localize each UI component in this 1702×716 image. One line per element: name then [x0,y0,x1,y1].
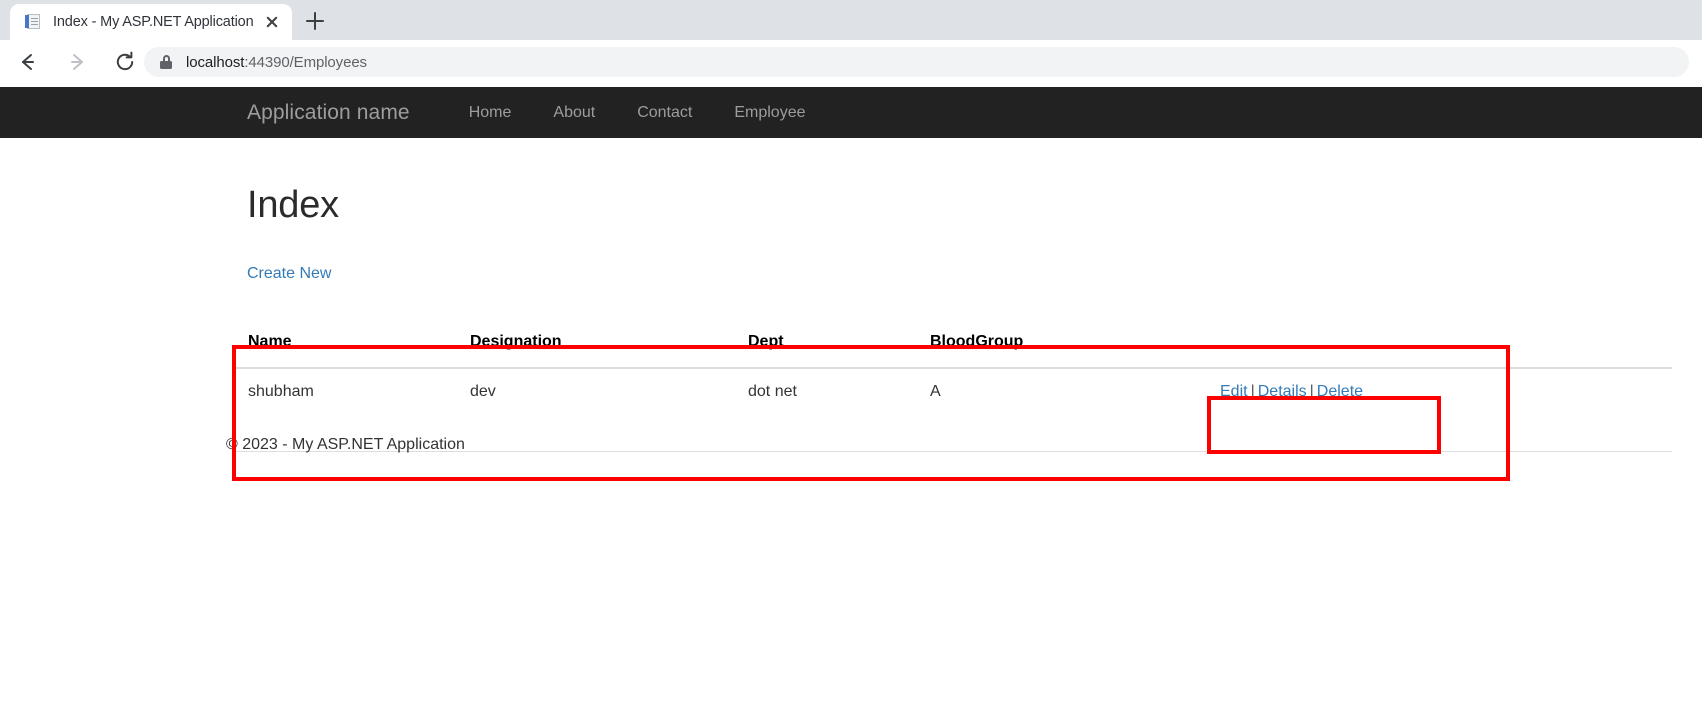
employees-table: Name Designation Dept BloodGroup shubham… [232,316,1672,452]
browser-window: Index - My ASP.NET Application localhost… [0,0,1702,716]
cell-dept: dot net [732,368,914,452]
cell-bloodgroup: A [914,368,1220,452]
lock-icon [160,55,172,69]
column-header-actions [1220,316,1672,369]
back-arrow-icon[interactable] [13,48,41,76]
nav-link-contact[interactable]: Contact [616,104,713,122]
url-path: :44390/Employees [244,53,367,71]
details-link[interactable]: Details [1258,383,1307,400]
edit-link[interactable]: Edit [1220,383,1248,400]
table-header-row: Name Designation Dept BloodGroup [232,316,1672,369]
url-host: localhost [186,53,245,71]
column-header-dept: Dept [732,316,914,369]
page-footer: © 2023 - My ASP.NET Application [226,436,465,453]
nav-link-employee[interactable]: Employee [713,104,826,122]
new-tab-button[interactable] [300,6,330,36]
document-favicon-icon [24,13,42,31]
action-separator-2: | [1309,383,1314,400]
tab-strip: Index - My ASP.NET Application [0,0,1702,40]
delete-link[interactable]: Delete [1317,383,1363,400]
tab-title: Index - My ASP.NET Application [53,14,254,30]
browser-toolbar: localhost:44390/Employees [0,40,1702,84]
page-viewport: Application name Home About Contact Empl… [0,84,1702,716]
column-header-name: Name [232,316,454,369]
navbar-inner: Application name Home About Contact Empl… [247,87,827,138]
nav-links: Home About Contact Employee [448,104,827,122]
reload-icon[interactable] [111,48,139,76]
browser-tab-active[interactable]: Index - My ASP.NET Application [10,4,292,40]
create-new-link[interactable]: Create New [247,265,331,283]
nav-link-about[interactable]: About [532,104,616,122]
site-navbar: Application name Home About Contact Empl… [0,87,1702,138]
url-text: localhost:44390/Employees [186,54,367,71]
forward-arrow-icon [62,48,90,76]
brand-link[interactable]: Application name [247,101,410,125]
action-separator-1: | [1250,383,1255,400]
page-title: Index [247,184,339,226]
column-header-bloodgroup: BloodGroup [914,316,1220,369]
action-links: Edit | Details | Delete [1220,383,1363,400]
cell-designation: dev [454,368,732,452]
nav-link-home[interactable]: Home [448,104,533,122]
column-header-designation: Designation [454,316,732,369]
close-icon[interactable] [260,10,284,34]
cell-actions: Edit | Details | Delete [1220,368,1672,452]
address-bar[interactable]: localhost:44390/Employees [144,47,1689,77]
table-head: Name Designation Dept BloodGroup [232,316,1672,369]
